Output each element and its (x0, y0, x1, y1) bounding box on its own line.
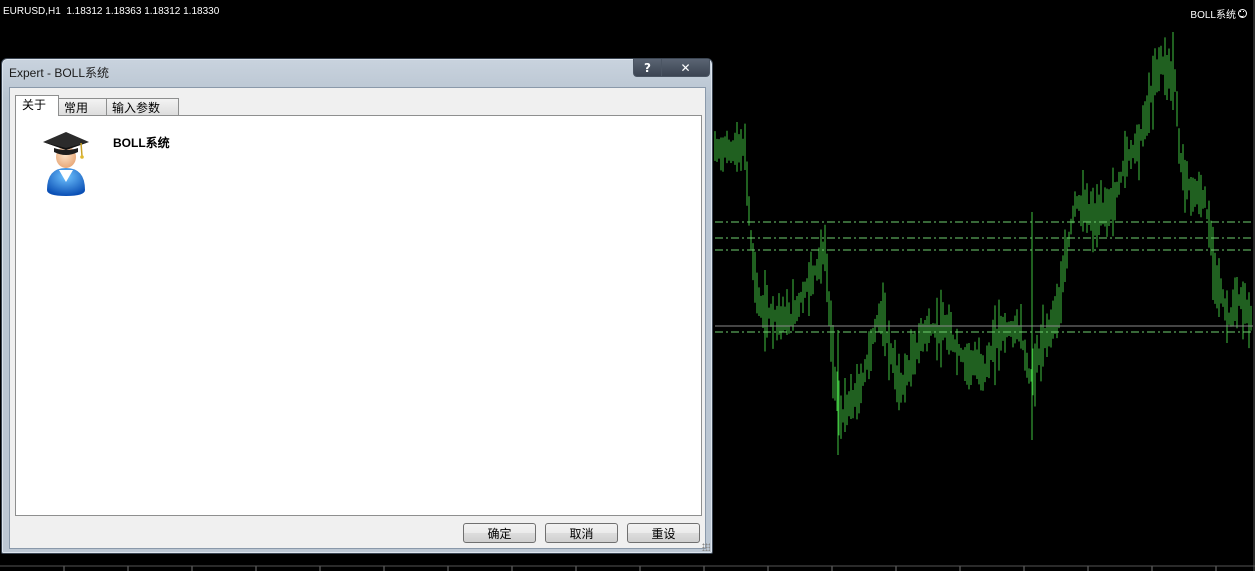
ok-button[interactable]: 确定 (463, 523, 536, 543)
ea-label-text: BOLL系统 (1190, 10, 1236, 21)
close-icon: ✕ (680, 60, 691, 75)
resize-grip[interactable] (702, 543, 710, 551)
expert-name: BOLL系统 (113, 136, 170, 150)
tab-inputs[interactable]: 输入参数 (106, 98, 180, 116)
about-panel: BOLL系统 (15, 115, 702, 516)
bollinger-bands (715, 221, 1253, 333)
candle-series (714, 32, 1252, 455)
cancel-button[interactable]: 取消 (545, 523, 618, 543)
dialog-title: Expert - BOLL系统 (9, 66, 110, 80)
expert-dialog: Expert - BOLL系统 ? ✕ 关于 常用 输入参数 BOLL系统 确定… (1, 58, 713, 554)
attached-ea-label[interactable]: BOLL系统 (1190, 6, 1247, 21)
tab-strip: 关于 常用 输入参数 (15, 94, 180, 116)
smiley-icon (1238, 9, 1247, 18)
close-button[interactable]: ✕ (662, 59, 710, 77)
help-button[interactable]: ? (633, 59, 662, 77)
title-bar-buttons: ? ✕ (633, 59, 710, 77)
tab-common[interactable]: 常用 (58, 98, 108, 116)
question-icon: ? (644, 60, 651, 75)
chart-symbol-header: EURUSD,H1 1.18312 1.18363 1.18312 1.1833… (3, 6, 220, 17)
tab-about[interactable]: 关于 (15, 95, 60, 116)
graduate-user-icon (43, 132, 89, 196)
dialog-buttons: 确定 取消 重设 (463, 523, 700, 543)
time-axis-ticks (0, 565, 1255, 571)
dialog-client-area: 关于 常用 输入参数 BOLL系统 确定 取消 重设 (9, 87, 706, 549)
reset-button[interactable]: 重设 (627, 523, 700, 543)
